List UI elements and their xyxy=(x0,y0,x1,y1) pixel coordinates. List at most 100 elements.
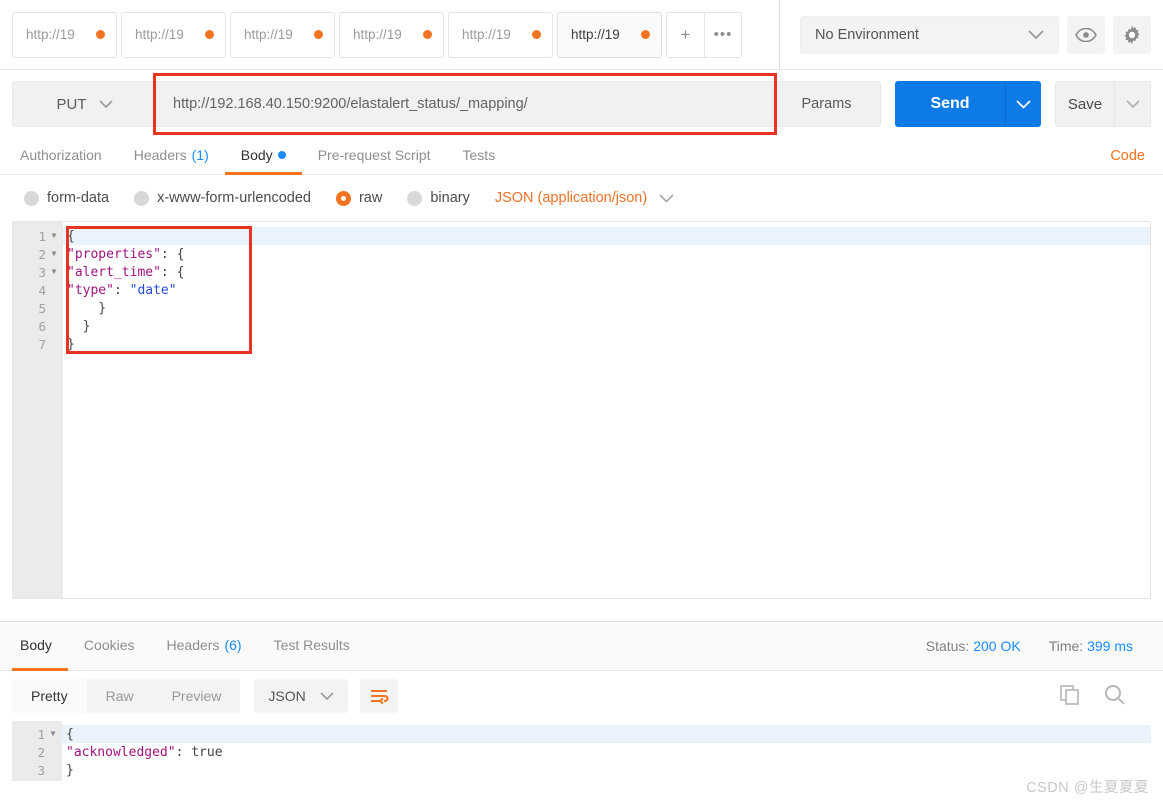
headers-count: (1) xyxy=(191,147,209,163)
radio-icon xyxy=(407,190,423,206)
body-type-label: form-data xyxy=(47,190,110,206)
request-tab-label: http://19 xyxy=(135,27,184,42)
tab-tests[interactable]: Tests xyxy=(447,138,512,175)
params-button[interactable]: Params xyxy=(773,81,881,127)
environment-select[interactable]: No Environment xyxy=(800,15,1059,54)
word-wrap-button[interactable] xyxy=(359,679,398,713)
content-type-select[interactable]: JSON (application/json) xyxy=(495,190,674,206)
code-line: } xyxy=(67,300,107,316)
send-button[interactable]: Send xyxy=(895,81,1005,127)
url-input[interactable]: http://192.168.40.150:9200/elastalert_st… xyxy=(157,81,773,127)
response-format-row: Pretty Raw Preview JSON xyxy=(0,671,1163,721)
tab-pre-request-script[interactable]: Pre-request Script xyxy=(302,138,447,175)
word-wrap-icon xyxy=(370,690,389,704)
chevron-down-icon xyxy=(98,99,113,108)
environment-quick-look-button[interactable] xyxy=(1067,15,1105,54)
response-tab-test-results[interactable]: Test Results xyxy=(258,622,366,671)
response-code-area[interactable]: { "acknowledged": true} xyxy=(62,721,1151,781)
body-type-form-data[interactable]: form-data xyxy=(24,190,109,206)
request-tab-5[interactable]: http://19 xyxy=(448,11,553,58)
request-tab-3[interactable]: http://19 xyxy=(230,11,335,58)
fold-triangle-icon[interactable]: ▼ xyxy=(50,268,58,276)
editor-code-area[interactable]: { "properties": { "alert_time": { "type"… xyxy=(63,222,1150,598)
tab-label: Body xyxy=(20,637,52,653)
view-preview-button[interactable]: Preview xyxy=(153,679,241,713)
response-body-editor[interactable]: 1 ▼ 2 3 { "acknowledged": true} xyxy=(12,721,1151,781)
gutter-line: 4 xyxy=(13,281,63,299)
response-tab-cookies[interactable]: Cookies xyxy=(68,622,151,671)
save-button[interactable]: Save xyxy=(1055,81,1115,127)
response-language-select[interactable]: JSON xyxy=(254,679,348,713)
code-label: Code xyxy=(1110,148,1145,164)
new-tab-button[interactable]: + xyxy=(666,11,704,58)
body-type-binary[interactable]: binary xyxy=(407,190,470,206)
request-tab-4[interactable]: http://19 xyxy=(339,11,444,58)
chevron-down-icon xyxy=(1125,99,1140,108)
response-gutter: 1 ▼ 2 3 xyxy=(12,721,62,781)
tab-authorization[interactable]: Authorization xyxy=(12,138,118,175)
line-number: 4 xyxy=(38,282,46,298)
content-type-value: JSON (application/json) xyxy=(494,190,648,206)
view-label: Preview xyxy=(171,688,222,704)
tab-label: Body xyxy=(240,147,273,163)
request-tabs-strip: http://19 http://19 http://19 http://19 … xyxy=(0,0,780,70)
tab-body[interactable]: Body xyxy=(224,138,302,175)
body-type-urlencoded[interactable]: x-www-form-urlencoded xyxy=(134,190,311,206)
request-body-editor[interactable]: 1 ▼ 2 ▼ 3 ▼ 4 5 6 7 { "properties": { "alert_time… xyxy=(12,221,1151,599)
request-tab-label: http://19 xyxy=(571,27,620,42)
response-actions xyxy=(1059,683,1151,710)
unsaved-dot-icon xyxy=(314,30,323,39)
request-tab-1[interactable]: http://19 xyxy=(12,11,117,58)
request-tab-label: http://19 xyxy=(462,27,511,42)
view-pretty-button[interactable]: Pretty xyxy=(12,679,87,713)
code-line: } xyxy=(66,762,74,778)
chevron-down-icon xyxy=(659,193,674,203)
unsaved-dot-icon xyxy=(423,30,432,39)
tab-label: Headers xyxy=(166,637,220,653)
tab-options-button[interactable]: ••• xyxy=(704,11,742,58)
chevron-down-icon xyxy=(1016,99,1031,109)
fold-triangle-icon[interactable]: ▼ xyxy=(50,250,58,258)
copy-button[interactable] xyxy=(1059,684,1081,709)
code-line: { xyxy=(62,725,1151,743)
body-type-label: binary xyxy=(430,190,470,206)
code-line: "alert_time": { xyxy=(67,264,185,280)
http-method-select[interactable]: PUT xyxy=(12,81,157,127)
settings-button[interactable] xyxy=(1113,15,1151,54)
status-value: 200 OK xyxy=(973,638,1021,654)
line-number: 1 xyxy=(37,726,45,742)
plus-icon: + xyxy=(680,24,691,44)
params-label: Params xyxy=(801,96,852,112)
tab-headers[interactable]: Headers (1) xyxy=(118,138,225,175)
gutter-line: 2 xyxy=(12,743,62,761)
fold-triangle-icon[interactable]: ▼ xyxy=(50,232,58,240)
send-options-button[interactable] xyxy=(1005,81,1041,127)
fold-triangle-icon[interactable]: ▼ xyxy=(49,730,57,738)
http-method-value: PUT xyxy=(56,95,87,113)
line-number: 5 xyxy=(38,300,46,316)
line-number: 3 xyxy=(37,762,45,778)
request-tab-6[interactable]: http://19 xyxy=(557,11,662,58)
code-line: "type": "date" xyxy=(67,282,177,298)
tab-label: Headers xyxy=(133,147,187,163)
response-tab-body[interactable]: Body xyxy=(12,622,68,671)
time-value: 399 ms xyxy=(1087,638,1133,654)
radio-selected-icon xyxy=(335,190,351,206)
body-type-raw[interactable]: raw xyxy=(335,190,382,206)
chevron-down-icon xyxy=(1028,29,1044,39)
request-tab-2[interactable]: http://19 xyxy=(121,11,226,58)
status-label: Status: xyxy=(925,638,970,654)
save-options-button[interactable] xyxy=(1115,81,1151,127)
time-badge: Time: 399 ms xyxy=(1049,638,1133,654)
tab-label: Pre-request Script xyxy=(317,147,431,163)
body-type-label: x-www-form-urlencoded xyxy=(157,190,311,206)
search-icon xyxy=(1105,684,1125,705)
search-button[interactable] xyxy=(1103,683,1127,710)
code-link[interactable]: Code xyxy=(1110,138,1151,174)
editor-gutter: 1 ▼ 2 ▼ 3 ▼ 4 5 6 7 xyxy=(13,222,63,598)
view-label: Raw xyxy=(105,688,134,704)
gutter-line: 3 xyxy=(12,761,62,779)
view-raw-button[interactable]: Raw xyxy=(87,679,153,713)
line-number: 3 xyxy=(38,264,46,280)
response-tab-headers[interactable]: Headers (6) xyxy=(151,622,258,671)
